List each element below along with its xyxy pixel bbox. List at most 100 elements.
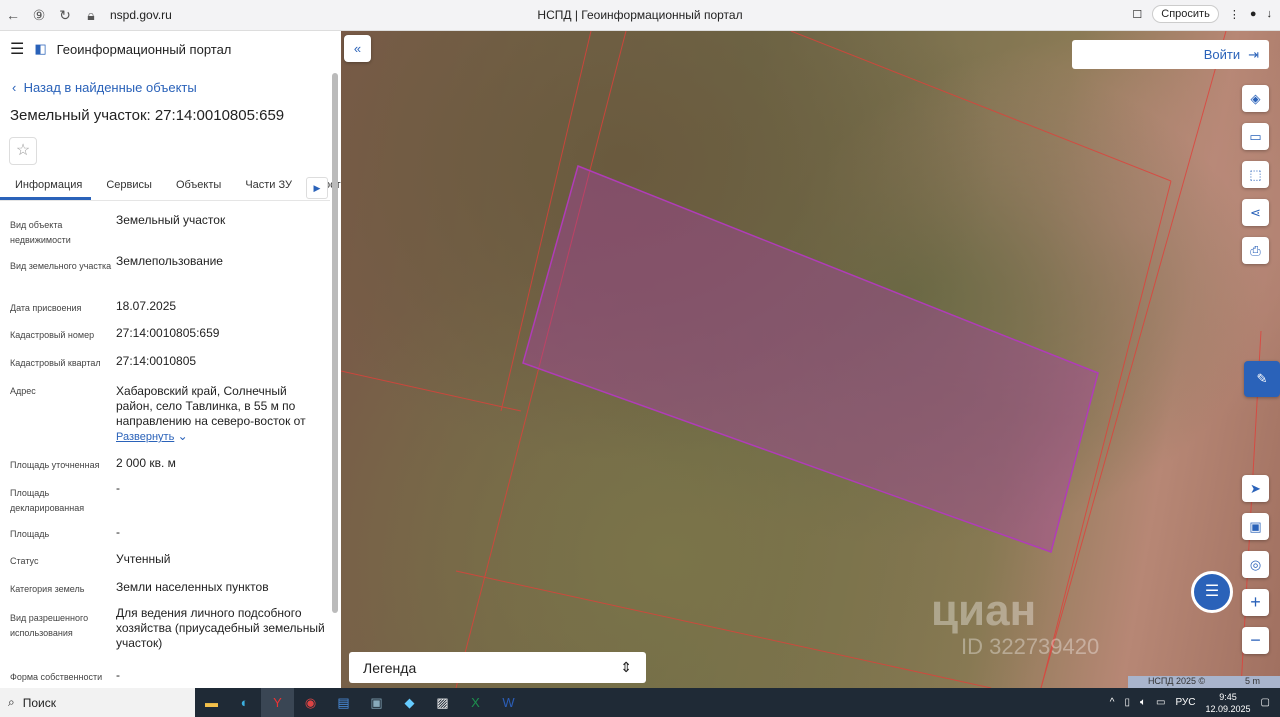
info-row: Форма собственности - [0, 668, 330, 688]
minimap-icon[interactable]: ▣ [1242, 513, 1269, 540]
word-icon[interactable]: W [492, 688, 525, 717]
collapse-panel-button[interactable]: « [344, 35, 371, 62]
edge-icon[interactable]: ◐ [228, 688, 261, 717]
reload-icon[interactable]: ↻ [52, 7, 78, 24]
tab-info[interactable]: Информация [0, 171, 92, 200]
browser-toolbar: ← ⑨ ↻ 🔒︎ nspd.gov.ru НСПД | Геоинформаци… [0, 0, 1280, 31]
search-label: Поиск [22, 695, 56, 710]
app-icon[interactable]: ▣ [360, 688, 393, 717]
address-bar[interactable]: nspd.gov.ru [110, 8, 172, 22]
pin-icon[interactable]: ◎ [1242, 551, 1269, 578]
map-view[interactable]: циан ID 322739420 « Войти ⇥ ◈ ▭ ⬚ ⋖ ⎙ ✎ ➤… [341, 31, 1280, 688]
watermark: циан [931, 586, 1037, 635]
ask-button[interactable]: Спросить [1152, 5, 1219, 23]
battery-icon[interactable]: ▯ [1125, 697, 1131, 708]
yandex-icon[interactable]: ⑨ [26, 7, 52, 24]
object-panel: ☰ ◧ Геоинформационный портал ‹ Назад в н… [0, 31, 341, 688]
back-link[interactable]: ‹ Назад в найденные объекты [12, 80, 197, 95]
time: 9:45 [1219, 691, 1237, 702]
lock-icon: 🔒︎ [87, 6, 95, 23]
row-key: Статус [10, 556, 39, 566]
row-key: Площадь [10, 529, 50, 539]
row-key: Вид разрешенного использования [10, 613, 89, 638]
expand-link[interactable]: Развернуть [116, 431, 174, 443]
row-key: Кадастровый номер [10, 330, 95, 340]
row-key: Дата присвоения [10, 303, 82, 313]
selected-parcel [522, 164, 1099, 553]
language-indicator[interactable]: РУС [1175, 697, 1195, 708]
select-area-icon[interactable]: ⬚ [1242, 161, 1269, 188]
taskbar: ⌕ Поиск ▬ ◐ Y ◉ ▤ ▣ ◆ ▨ X W ^ ▯ 🔈︎ ▭ РУС … [0, 688, 1280, 717]
tab-services[interactable]: Сервисы [91, 171, 161, 200]
info-row: Площадь - [0, 525, 330, 554]
explorer-icon[interactable]: ▬ [195, 688, 228, 717]
row-value: Земельный участок [116, 213, 226, 227]
legend-dropdown[interactable]: Легенда ⇕ [349, 652, 646, 683]
extension-icon[interactable]: ● [1250, 8, 1257, 20]
row-key: Категория земель [10, 584, 85, 594]
zoom-in-button[interactable]: + [1242, 589, 1269, 616]
info-row: Дата присвоения 18.07.2025 [0, 299, 330, 328]
date: 12.09.2025 [1205, 703, 1251, 714]
panel-scrollbar[interactable] [332, 73, 338, 613]
menu-icon[interactable]: ⋮ [1229, 8, 1240, 21]
cadastral-overlay [341, 31, 1262, 688]
row-key: Адрес [10, 386, 36, 396]
row-value: - [116, 525, 120, 539]
app-title: Геоинформационный портал [56, 41, 232, 57]
page-title: НСПД | Геоинформационный портал [537, 8, 743, 22]
row-key: Вид земельного участка [10, 261, 112, 271]
clock[interactable]: 9:45 12.09.2025 [1206, 691, 1251, 715]
tray-chevron-icon[interactable]: ^ [1110, 697, 1115, 708]
notifications-icon[interactable]: ▢ [1261, 697, 1270, 708]
zoom-out-button[interactable]: − [1242, 627, 1269, 654]
tabs-next-button[interactable]: ▶ [306, 177, 328, 199]
chevron-updown-icon: ⇕ [620, 659, 632, 675]
login-label: Войти [1203, 47, 1241, 62]
layers-icon[interactable]: ◈ [1242, 85, 1269, 112]
info-row: Вид земельного участка Землепользование [0, 254, 330, 301]
downloads-icon[interactable]: ↓ [1267, 8, 1273, 20]
chat-icon[interactable]: ☰ [1191, 571, 1233, 613]
excel-icon[interactable]: X [459, 688, 492, 717]
copyright: НСПД 2025 © [1147, 676, 1206, 686]
row-key: Площадь уточненная [10, 460, 100, 470]
info-row: Адрес Хабаровский край, Солнечный район, … [0, 384, 330, 458]
tab-parts[interactable]: Части ЗУ [230, 171, 301, 200]
print-icon[interactable]: ⎙ [1242, 237, 1269, 264]
search-icon: ⌕ [8, 695, 15, 709]
row-value: Землепользование [116, 254, 223, 268]
feedback-icon[interactable]: ✎ [1244, 361, 1280, 397]
app-icon[interactable]: ◉ [294, 688, 327, 717]
favorite-star-icon[interactable]: ☆ [9, 137, 37, 165]
taskbar-search[interactable]: ⌕ Поиск [0, 688, 195, 717]
row-key: Форма собственности [10, 672, 103, 682]
row-value: Хабаровский край, Солнечный район, село … [116, 384, 326, 458]
row-key: Площадь декларированная [10, 488, 85, 513]
app-icon[interactable]: ▨ [426, 688, 459, 717]
row-value: - [116, 668, 120, 682]
app-icon[interactable]: ▤ [327, 688, 360, 717]
row-value: 27:14:0010805:659 [116, 326, 220, 340]
geolocation-icon[interactable]: ➤ [1242, 475, 1269, 502]
row-key: Вид объекта недвижимости [10, 220, 71, 245]
app-icon[interactable]: ◆ [393, 688, 426, 717]
legend-label: Легенда [363, 659, 417, 676]
bookmark-icon[interactable]: ☐ [1132, 8, 1142, 21]
row-value: Учтенный [116, 552, 171, 566]
menu-icon[interactable]: ☰ [10, 39, 24, 59]
chevron-down-icon: ⌄ [177, 429, 188, 443]
ruler-icon[interactable]: ▭ [1242, 123, 1269, 150]
volume-icon[interactable]: 🔈︎ [1140, 697, 1146, 708]
share-icon[interactable]: ⋖ [1242, 199, 1269, 226]
scale-label: 5 m [1245, 676, 1261, 686]
address-text: Хабаровский край, Солнечный район, село … [116, 384, 306, 428]
info-row: Вид разрешенного использования Для ведени… [0, 606, 330, 670]
login-button[interactable]: Войти ⇥ [1072, 40, 1269, 69]
tab-objects[interactable]: Объекты [161, 171, 230, 200]
back-icon[interactable]: ← [0, 7, 26, 23]
network-icon[interactable]: ▭ [1156, 697, 1165, 708]
yandex-browser-icon[interactable]: Y [261, 688, 294, 717]
info-row: Площадь декларированная - [0, 481, 330, 527]
row-value: 27:14:0010805 [116, 354, 197, 368]
